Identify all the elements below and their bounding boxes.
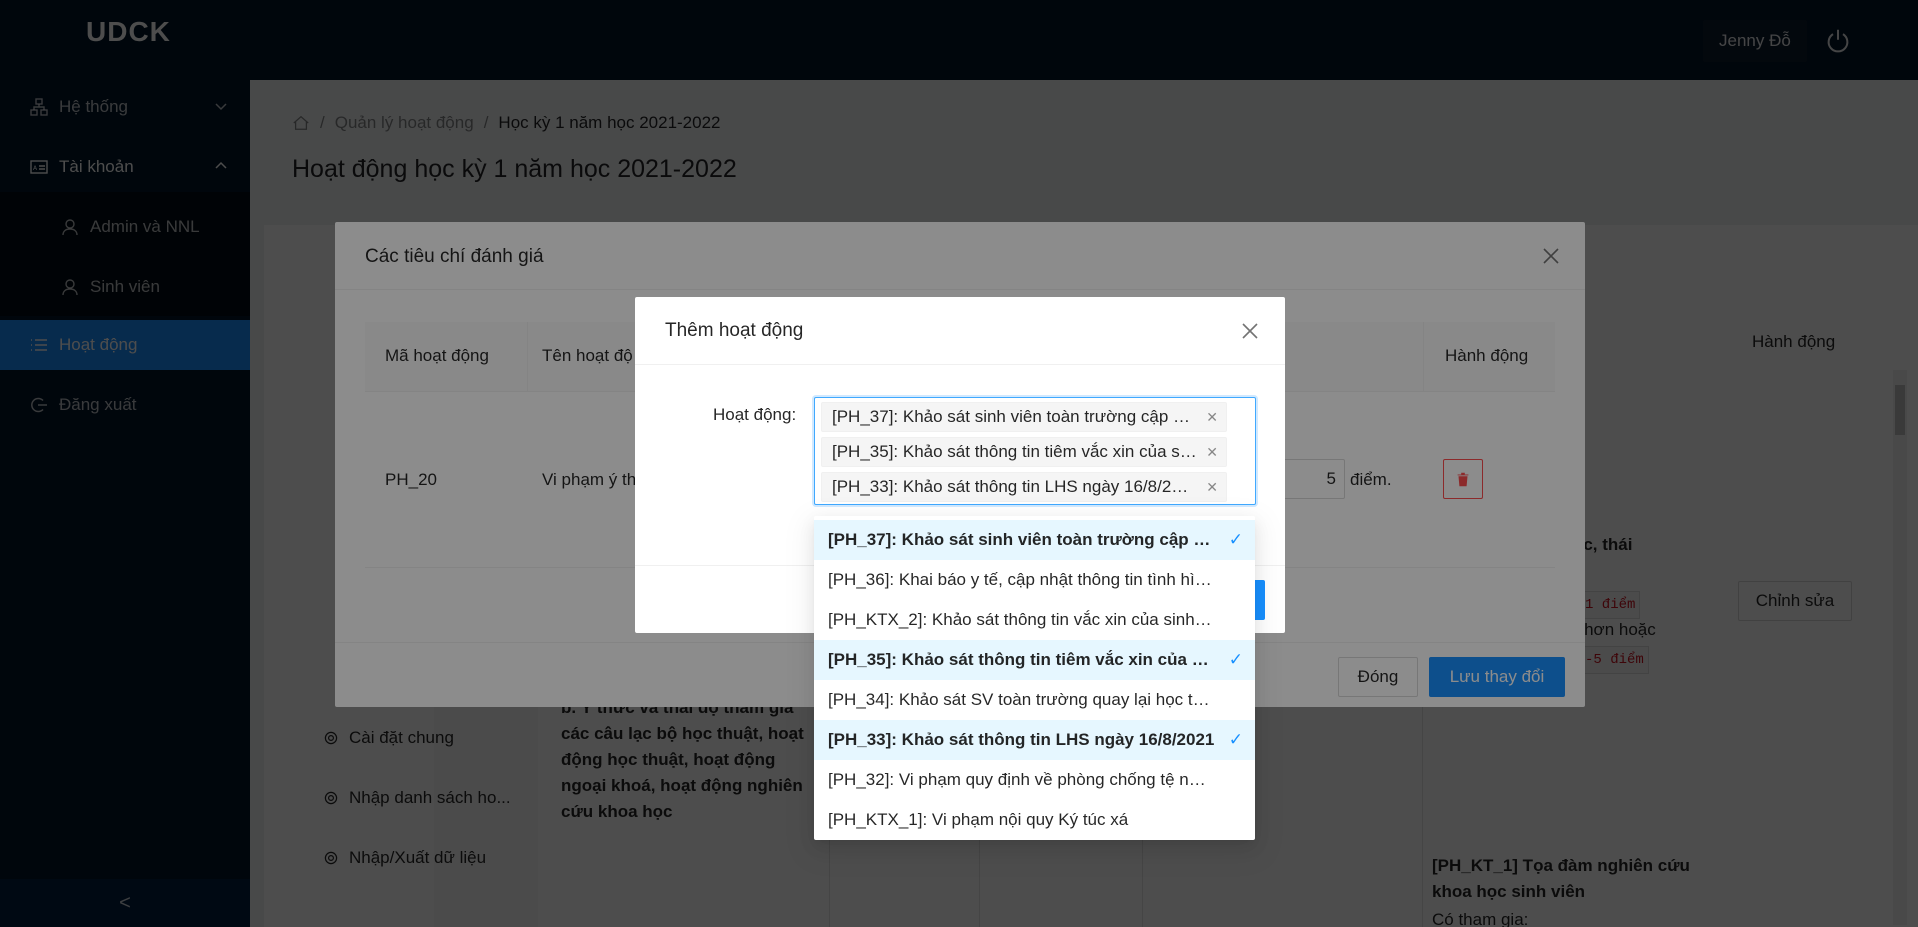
modal-title: Thêm hoạt động	[665, 320, 804, 341]
tag-remove-icon[interactable]: ✕	[1206, 403, 1218, 431]
dropdown-option[interactable]: [PH_34]: Khảo sát SV toàn trường quay lạ…	[814, 680, 1255, 720]
check-icon: ✓	[1228, 730, 1243, 749]
activity-multiselect[interactable]: [PH_37]: Khảo sát sinh viên toàn trường …	[814, 397, 1256, 505]
dropdown-option[interactable]: [PH_33]: Khảo sát thông tin LHS ngày 16/…	[814, 720, 1255, 760]
selected-tag: [PH_35]: Khảo sát thông tin tiêm vắc xin…	[821, 437, 1227, 467]
dropdown-option[interactable]: [PH_KTX_1]: Vi phạm nội quy Ký túc xá	[814, 800, 1255, 840]
tag-remove-icon[interactable]: ✕	[1206, 473, 1218, 501]
dropdown-option[interactable]: [PH_37]: Khảo sát sinh viên toàn trường …	[814, 520, 1255, 560]
close-icon[interactable]	[1240, 321, 1260, 341]
tag-remove-icon[interactable]: ✕	[1206, 438, 1218, 466]
selected-tag: [PH_37]: Khảo sát sinh viên toàn trường …	[821, 402, 1227, 432]
selected-tag: [PH_33]: Khảo sát thông tin LHS ngày 16/…	[821, 472, 1227, 502]
modal-header: Thêm hoạt động	[635, 297, 1285, 365]
check-icon: ✓	[1228, 650, 1243, 669]
dropdown-option[interactable]: [PH_32]: Vi phạm quy định về phòng chống…	[814, 760, 1255, 800]
dropdown-option[interactable]: [PH_KTX_2]: Khảo sát thông tin vắc xin c…	[814, 600, 1255, 640]
activity-dropdown: [PH_37]: Khảo sát sinh viên toàn trường …	[814, 516, 1255, 840]
check-icon: ✓	[1228, 530, 1243, 549]
activity-field-label: Hoạt động:	[713, 405, 797, 424]
dropdown-option[interactable]: [PH_36]: Khai báo y tế, cập nhật thông t…	[814, 560, 1255, 600]
dropdown-option[interactable]: [PH_35]: Khảo sát thông tin tiêm vắc xin…	[814, 640, 1255, 680]
